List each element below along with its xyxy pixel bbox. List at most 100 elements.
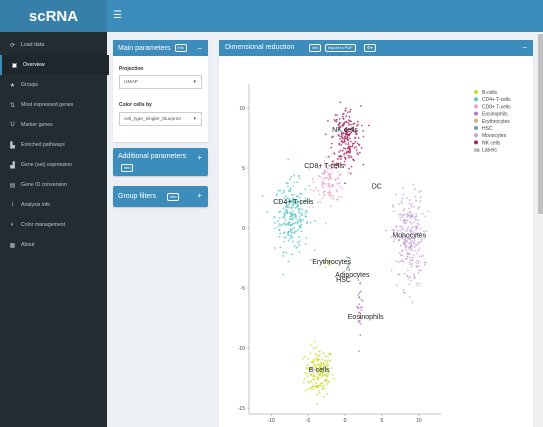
data-point <box>294 215 297 218</box>
group-filters-info-button[interactable]: info <box>167 193 180 201</box>
additional-parameters-info-button[interactable]: info <box>121 164 134 172</box>
data-point <box>296 221 299 224</box>
data-point <box>358 350 360 353</box>
expand-icon[interactable]: + <box>197 191 202 200</box>
data-point <box>321 385 324 388</box>
sidebar-item-load-data[interactable]: ⟳ Load data <box>0 35 107 55</box>
sidebar-item-marker-genes[interactable]: U Marker genes <box>0 115 107 135</box>
sidebar-item-label: Color management <box>21 222 66 228</box>
data-point <box>411 263 414 265</box>
data-point <box>356 142 359 145</box>
data-point <box>395 225 398 228</box>
color-by-select[interactable]: cell_type_singler_blueprint ▾ <box>119 112 202 126</box>
data-point <box>274 247 276 249</box>
data-point <box>310 374 313 377</box>
data-point <box>335 120 338 123</box>
sidebar-item-overview[interactable]: ▣ Overview <box>0 55 109 75</box>
data-point <box>340 144 343 147</box>
data-point <box>304 389 307 392</box>
data-point <box>409 263 411 266</box>
data-point <box>299 218 302 220</box>
projection-select[interactable]: UMAP ▾ <box>119 75 202 89</box>
data-point <box>306 375 309 378</box>
data-point <box>304 215 307 218</box>
data-point <box>354 140 357 143</box>
data-point <box>305 237 308 239</box>
data-point <box>316 403 318 406</box>
sidebar: ⟳ Load data ▣ Overview ★ Groups ⇅ Most expresse… <box>0 32 109 427</box>
data-point <box>317 386 320 389</box>
data-point <box>319 201 322 204</box>
data-point <box>298 209 300 212</box>
data-point <box>279 246 282 249</box>
data-point <box>339 101 342 104</box>
legend-entry: Eosinophils <box>482 112 508 118</box>
data-point <box>335 118 338 121</box>
data-point <box>345 120 348 123</box>
sidebar-item-most-expressed-genes[interactable]: ⇅ Most expressed genes <box>0 95 107 115</box>
data-point <box>278 211 281 213</box>
data-point <box>308 381 311 384</box>
sidebar-item-gene-id-conversion[interactable]: ▤ Gene ID conversion <box>0 175 107 195</box>
data-point <box>385 229 387 232</box>
legend-entry: CD8+ T-cells <box>482 104 511 110</box>
data-point <box>304 372 306 374</box>
data-point <box>348 167 350 170</box>
data-point <box>285 224 288 227</box>
legend-marker: aa <box>474 148 480 154</box>
data-point <box>391 228 394 231</box>
export-pdf-button[interactable]: export to PDF <box>325 44 356 52</box>
sidebar-item-color-management[interactable]: ◐ Color management <box>0 215 107 235</box>
data-point <box>294 206 297 209</box>
data-point <box>300 211 303 214</box>
data-point <box>418 223 420 226</box>
data-point <box>287 224 290 226</box>
additional-parameters-box[interactable]: Additional parameters info + <box>113 148 208 176</box>
data-point <box>283 216 286 219</box>
data-point <box>412 183 415 186</box>
sidebar-toggle-icon[interactable]: ☰ <box>113 10 122 21</box>
group-filters-box[interactable]: Group filters info + <box>113 186 208 207</box>
data-point <box>320 362 323 365</box>
data-point <box>395 260 398 262</box>
data-point <box>347 143 350 146</box>
data-point <box>411 215 414 218</box>
dimred-info-button[interactable]: info <box>309 44 322 52</box>
data-point <box>408 228 411 231</box>
data-point <box>326 383 328 385</box>
expand-icon[interactable]: + <box>197 153 202 162</box>
data-point <box>291 231 293 234</box>
data-point <box>286 212 289 214</box>
data-point <box>427 210 430 213</box>
data-point <box>312 375 315 378</box>
sidebar-item-analysis-info[interactable]: i Analysis info <box>0 195 107 215</box>
data-point <box>402 228 405 231</box>
data-point <box>418 265 421 267</box>
sidebar-item-enriched-pathways[interactable]: ▙ Enriched pathways <box>0 135 107 155</box>
sidebar-item-gene-set-expression[interactable]: ▟ Gene (set) expression <box>0 155 107 175</box>
data-point <box>328 359 331 362</box>
data-point <box>334 178 337 181</box>
data-point <box>393 210 396 213</box>
page-scrollbar-thumb[interactable] <box>538 34 543 214</box>
sidebar-item-label: Enriched pathways <box>21 142 65 148</box>
data-point <box>309 221 312 224</box>
data-point <box>311 178 314 180</box>
collapse-icon[interactable]: − <box>197 44 202 53</box>
main-parameters-info-button[interactable]: info <box>174 44 187 52</box>
sidebar-item-about[interactable]: ▦ About <box>0 235 107 255</box>
data-point <box>287 230 290 233</box>
data-point <box>304 188 307 190</box>
upload-icon: ⟳ <box>9 42 16 49</box>
data-point <box>291 236 294 239</box>
data-point <box>341 149 344 152</box>
collapse-icon[interactable]: − <box>522 43 527 52</box>
x-tick-label: -10 <box>268 418 275 424</box>
data-point <box>345 137 348 140</box>
data-point <box>407 277 410 280</box>
data-point <box>349 137 351 140</box>
sidebar-item-groups[interactable]: ★ Groups <box>0 75 107 95</box>
settings-gear-icon[interactable]: ⚙▾ <box>364 44 376 52</box>
data-point <box>406 255 409 258</box>
data-point <box>331 373 334 376</box>
